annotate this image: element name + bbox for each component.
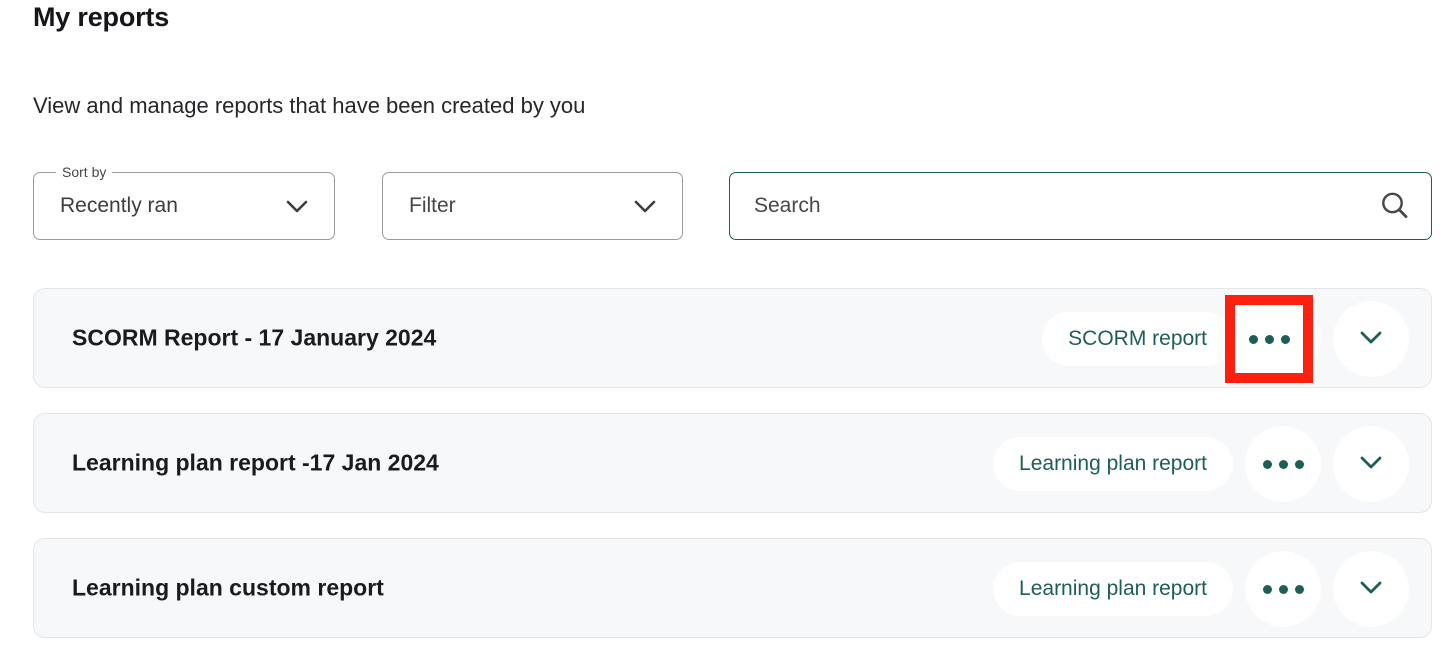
search-input[interactable]: Search xyxy=(754,194,821,218)
report-expand-button[interactable] xyxy=(1333,426,1409,502)
ellipsis-icon xyxy=(1263,585,1304,594)
report-title: Learning plan custom report xyxy=(72,575,384,602)
controls-toolbar: Sort by Recently ran Filter Search xyxy=(0,172,1454,247)
row-actions: Learning plan report xyxy=(993,539,1409,639)
filter-select[interactable]: Filter xyxy=(382,172,683,240)
report-menu-button[interactable] xyxy=(1245,551,1321,627)
search-icon[interactable] xyxy=(1377,188,1413,224)
row-actions: Learning plan report xyxy=(993,414,1409,514)
page-subtitle: View and manage reports that have been c… xyxy=(33,93,585,119)
filter-placeholder: Filter xyxy=(409,194,456,218)
report-type-badge[interactable]: Learning plan report xyxy=(993,437,1233,491)
report-expand-button[interactable] xyxy=(1333,301,1409,377)
chevron-down-icon xyxy=(630,191,660,221)
chevron-down-icon xyxy=(282,191,312,221)
highlighted-report-menu-button[interactable] xyxy=(1225,295,1313,383)
sort-by-legend: Sort by xyxy=(56,163,112,181)
ellipsis-icon xyxy=(1263,460,1304,469)
sort-by-value: Recently ran xyxy=(60,194,178,218)
report-type-badge[interactable]: SCORM report xyxy=(1042,312,1233,366)
my-reports-page: My reports View and manage reports that … xyxy=(0,0,1454,656)
table-row[interactable]: Learning plan custom report Learning pla… xyxy=(33,538,1432,638)
page-title: My reports xyxy=(33,2,169,33)
table-row[interactable]: SCORM Report - 17 January 2024 SCORM rep… xyxy=(33,288,1432,388)
ellipsis-icon xyxy=(1249,335,1290,344)
search-field[interactable]: Search xyxy=(729,172,1432,240)
chevron-down-icon xyxy=(1354,570,1388,609)
report-expand-button[interactable] xyxy=(1333,551,1409,627)
chevron-down-icon xyxy=(1354,320,1388,359)
chevron-down-icon xyxy=(1354,445,1388,484)
sort-by-select[interactable]: Sort by Recently ran xyxy=(33,172,335,240)
report-title: SCORM Report - 17 January 2024 xyxy=(72,325,436,352)
report-menu-button[interactable] xyxy=(1245,426,1321,502)
report-type-badge[interactable]: Learning plan report xyxy=(993,562,1233,616)
report-title: Learning plan report -17 Jan 2024 xyxy=(72,450,439,477)
table-row[interactable]: Learning plan report -17 Jan 2024 Learni… xyxy=(33,413,1432,513)
